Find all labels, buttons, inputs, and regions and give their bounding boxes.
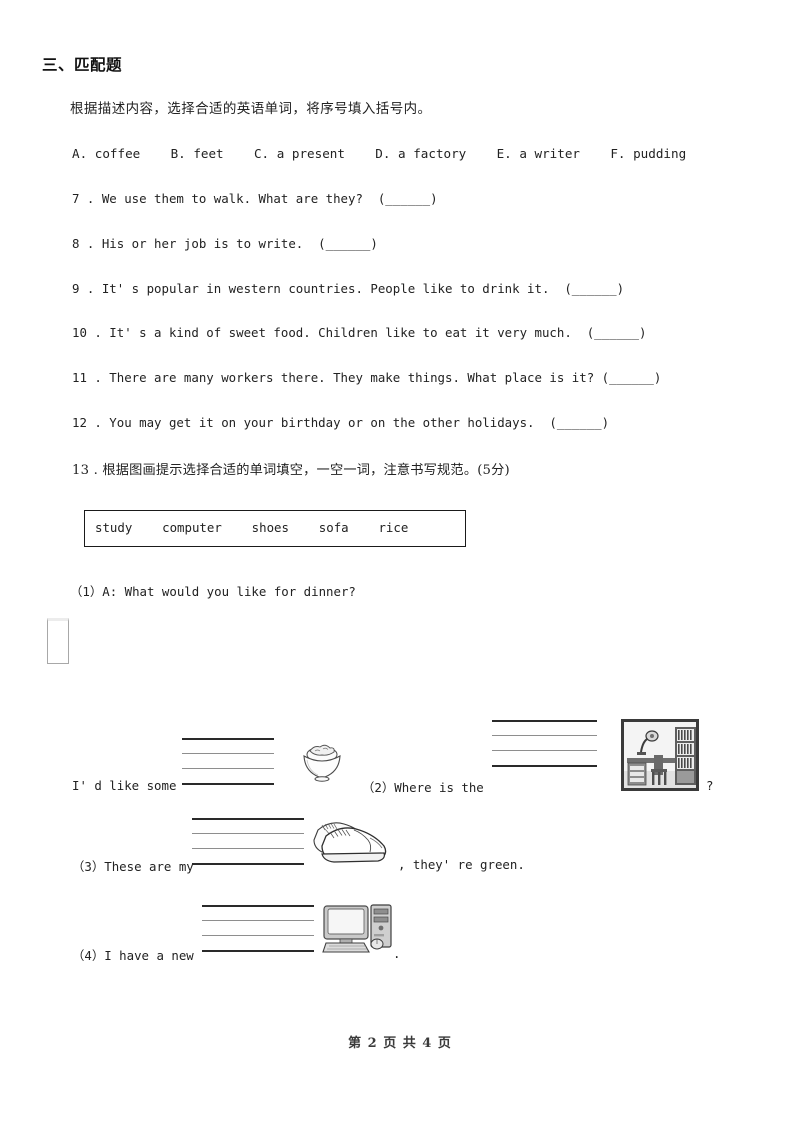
question-10: 10 . It' s a kind of sweet food. Childre… bbox=[72, 325, 647, 340]
fill-item-1-prompt: （1）A: What would you like for dinner? bbox=[70, 584, 356, 599]
question-11: 11 . There are many workers there. They … bbox=[72, 370, 662, 385]
question-13: 13 . 根据图画提示选择合适的单词填空，一空一词，注意书写规范。(5分) bbox=[72, 463, 510, 478]
fill-item-4-prefix: （4）I have a new bbox=[72, 948, 194, 963]
question-8: 8 . His or her job is to write. (______) bbox=[72, 236, 378, 251]
fill-item-3-suffix: , they' re green. bbox=[398, 857, 525, 872]
fill-item-3-prefix: （3）These are my bbox=[72, 859, 194, 874]
question-7: 7 . We use them to walk. What are they? … bbox=[72, 191, 438, 206]
rice-bowl-icon bbox=[303, 744, 341, 782]
question-12: 12 . You may get it on your birthday or … bbox=[72, 415, 610, 430]
word-bank-box: study computer shoes sofa rice bbox=[84, 510, 466, 547]
shoes-icon bbox=[313, 822, 387, 863]
fill-item-1-prefix: I' d like some bbox=[72, 778, 177, 793]
margin-artifact-box bbox=[47, 618, 69, 664]
question-9: 9 . It' s popular in western countries. … bbox=[72, 281, 625, 296]
word-bank-words: study computer shoes sofa rice bbox=[95, 520, 409, 535]
page-footer: 第 2 页 共 4 页 bbox=[348, 1036, 452, 1051]
writing-lines-1[interactable] bbox=[182, 738, 274, 786]
writing-lines-4[interactable] bbox=[202, 905, 314, 953]
computer-icon bbox=[322, 904, 392, 953]
writing-lines-2[interactable] bbox=[492, 720, 597, 768]
section-instruction: 根据描述内容，选择合适的英语单词，将序号填入括号内。 bbox=[70, 101, 432, 117]
fill-item-2-suffix: ? bbox=[706, 778, 714, 793]
options-row: A. coffee B. feet C. a present D. a fact… bbox=[72, 146, 687, 161]
writing-lines-3[interactable] bbox=[192, 818, 304, 866]
study-room-icon bbox=[621, 719, 699, 791]
section-title: 三、匹配题 bbox=[42, 56, 123, 74]
fill-item-2-prefix: （2）Where is the bbox=[362, 780, 484, 795]
worksheet-page: 三、匹配题 根据描述内容，选择合适的英语单词，将序号填入括号内。 A. coff… bbox=[0, 0, 800, 1132]
